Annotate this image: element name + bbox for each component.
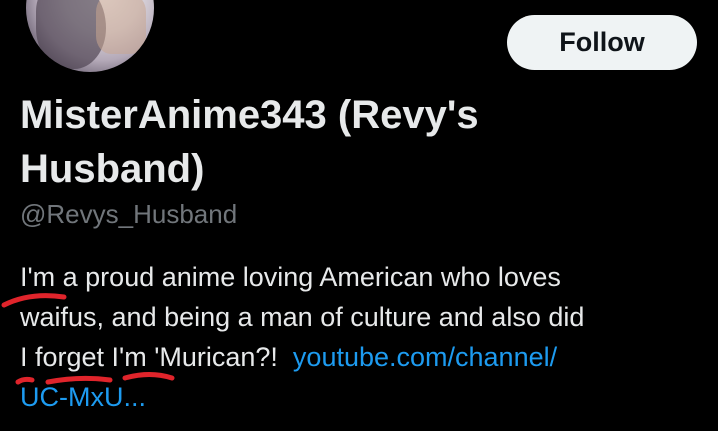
display-name-line-1: MisterAnime343 (Revy's [20,93,479,137]
follow-button[interactable]: Follow [507,15,697,70]
bio-line-3: I forget I'm 'Murican?! youtube.com/chan… [20,337,700,377]
bio-line-4: UC-MxU... [20,377,700,417]
profile-bio: I'm a proud anime loving American who lo… [20,257,700,417]
avatar-figure-shape [96,0,146,54]
bio-line-2: waifus, and being a man of culture and a… [20,302,585,332]
bio-link[interactable]: youtube.com/channel/ [293,342,557,372]
bio-line-1: I'm a proud anime loving American who lo… [20,262,561,292]
profile-handle: @Revys_Husband [20,199,238,229]
avatar[interactable] [22,0,158,76]
bio-link-continued[interactable]: UC-MxU... [20,382,146,412]
display-name-line-2: Husband) [20,147,205,191]
bio-line-3-text: I forget I'm 'Murican?! [20,342,278,372]
display-name: MisterAnime343 (Revy's Husband) [20,88,620,196]
